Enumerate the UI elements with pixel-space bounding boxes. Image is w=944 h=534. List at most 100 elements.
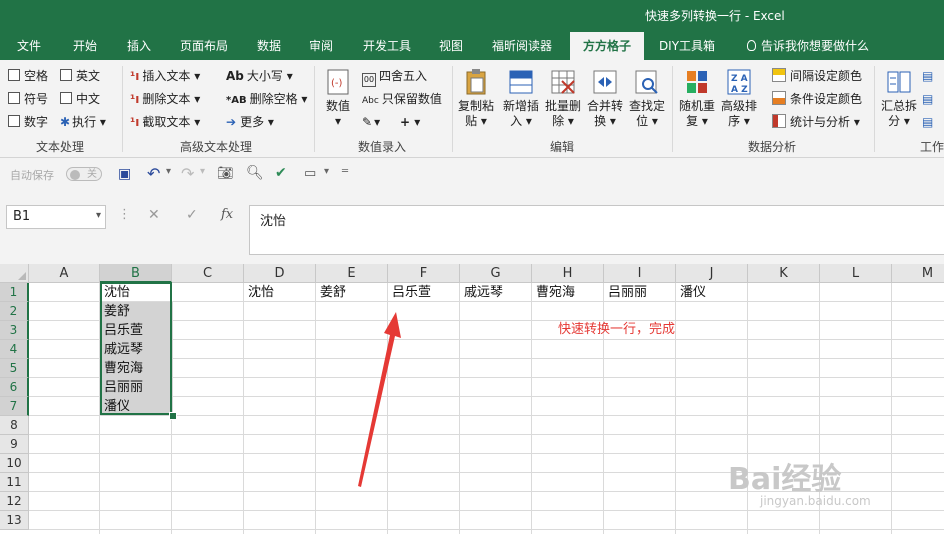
row-header-7[interactable]: 7 — [0, 397, 29, 416]
select-all-corner[interactable] — [0, 264, 29, 283]
keep-value-button[interactable]: Abc 只保留数值 — [362, 91, 442, 109]
copy-paste-button[interactable]: 复制粘贴 ▾ — [456, 68, 496, 129]
tab-developer[interactable]: 开发工具 — [352, 32, 422, 60]
save-icon[interactable]: ▣ — [118, 166, 131, 182]
value-edit-dropdown[interactable]: ✎ ▾ — [362, 114, 380, 130]
redo-icon[interactable]: ↷ — [181, 164, 194, 183]
fill-handle[interactable] — [169, 412, 177, 420]
plus-dropdown[interactable]: + ▾ — [400, 114, 420, 130]
redo-dropdown-icon[interactable]: ▾ — [200, 166, 205, 177]
work-tool-1[interactable]: ▤ — [922, 68, 933, 84]
checkbox-symbol[interactable]: 符号 — [8, 91, 48, 107]
form-icon[interactable]: ▭ — [304, 166, 316, 181]
checkbox-number[interactable]: 数字 — [8, 114, 48, 130]
column-header-j[interactable]: J — [676, 264, 748, 283]
checkbox-space[interactable]: 空格 — [8, 68, 48, 84]
name-box[interactable]: B1 ▾ — [6, 205, 106, 229]
checkbox-chinese[interactable]: 中文 — [60, 91, 100, 107]
find-locate-button[interactable]: 查找定位 ▾ — [626, 68, 668, 129]
cell-b3[interactable]: 吕乐萱 — [104, 321, 143, 340]
row-header-3[interactable]: 3 — [0, 321, 29, 340]
extract-text-button[interactable]: ¹ı 截取文本 ▾ — [130, 114, 200, 130]
cell-b5[interactable]: 曹宛海 — [104, 359, 143, 378]
check-icon[interactable]: ✔ — [275, 165, 287, 181]
work-tool-2[interactable]: ▤ — [922, 91, 933, 107]
cell-g1[interactable]: 戚远琴 — [464, 283, 503, 302]
row-header-5[interactable]: 5 — [0, 359, 29, 378]
value-button[interactable]: (-) 数值 ▾ — [322, 68, 354, 129]
chevron-down-icon[interactable]: ▾ — [96, 210, 101, 221]
cell-d1[interactable]: 沈怡 — [248, 283, 274, 302]
summary-split-button[interactable]: 汇总拆分 ▾ — [878, 68, 920, 129]
tab-diy-toolbox[interactable]: DIY工具箱 — [650, 32, 724, 60]
cell-i1[interactable]: 吕丽丽 — [608, 283, 647, 302]
row-header-4[interactable]: 4 — [0, 340, 29, 359]
column-header-i[interactable]: I — [604, 264, 676, 283]
formula-input[interactable]: 沈怡 — [249, 205, 944, 255]
row-header-1[interactable]: 1 — [0, 283, 29, 302]
cell-b4[interactable]: 戚远琴 — [104, 340, 143, 359]
tab-foxit[interactable]: 福昕阅读器 — [480, 32, 564, 60]
row-header-8[interactable]: 8 — [0, 416, 29, 435]
work-tool-3[interactable]: ▤ — [922, 114, 933, 130]
cell-b1[interactable]: 沈怡 — [104, 283, 130, 302]
tab-file[interactable]: 文件 — [4, 32, 54, 60]
column-header-g[interactable]: G — [460, 264, 532, 283]
form-dropdown-icon[interactable]: ▾ — [324, 166, 329, 177]
row-header-10[interactable]: 10 — [0, 454, 29, 473]
column-header-c[interactable]: C — [172, 264, 244, 283]
condition-color-button[interactable]: 条件设定颜色 — [772, 91, 862, 107]
more-button[interactable]: ➔ 更多 ▾ — [226, 114, 274, 130]
column-header-k[interactable]: K — [748, 264, 820, 283]
execute-button[interactable]: ✱ 执行 ▾ — [60, 114, 106, 130]
row-header-6[interactable]: 6 — [0, 378, 29, 397]
insert-new-button[interactable]: 新增插入 ▾ — [500, 68, 542, 129]
remove-space-button[interactable]: *AB 删除空格 ▾ — [226, 91, 307, 109]
camera-icon[interactable]: 📷︎ — [217, 166, 234, 181]
batch-delete-button[interactable]: 批量删除 ▾ — [542, 68, 584, 129]
row-header-11[interactable]: 11 — [0, 473, 29, 492]
row-header-12[interactable]: 12 — [0, 492, 29, 511]
tell-me-search[interactable]: 告诉我你想要做什么 — [738, 32, 878, 60]
column-header-d[interactable]: D — [244, 264, 316, 283]
merge-convert-button[interactable]: 合并转换 ▾ — [584, 68, 626, 129]
undo-icon[interactable]: ↶ — [147, 164, 160, 183]
row-header-13[interactable]: 13 — [0, 511, 29, 530]
interval-color-button[interactable]: 间隔设定颜色 — [772, 68, 862, 84]
insert-text-button[interactable]: ¹ı 插入文本 ▾ — [130, 68, 200, 84]
cell-h1[interactable]: 曹宛海 — [536, 283, 575, 302]
cell-b7[interactable]: 潘仪 — [104, 397, 130, 416]
drag-handle-icon[interactable]: ⋮ — [118, 207, 131, 222]
print-preview-icon[interactable]: 🔍︎ — [246, 165, 264, 181]
cancel-icon[interactable]: ✕ — [148, 207, 160, 223]
tab-data[interactable]: 数据 — [246, 32, 292, 60]
tab-view[interactable]: 视图 — [428, 32, 474, 60]
customize-qat-icon[interactable]: ═ — [342, 166, 348, 177]
checkbox-english[interactable]: 英文 — [60, 68, 100, 84]
confirm-icon[interactable]: ✓ — [186, 207, 198, 223]
cell-j1[interactable]: 潘仪 — [680, 283, 706, 302]
cell-b6[interactable]: 吕丽丽 — [104, 378, 143, 397]
tab-page-layout[interactable]: 页面布局 — [170, 32, 238, 60]
column-header-h[interactable]: H — [532, 264, 604, 283]
column-header-m[interactable]: M — [892, 264, 944, 283]
case-button[interactable]: Ab 大小写 ▾ — [226, 68, 293, 84]
tab-review[interactable]: 审阅 — [298, 32, 344, 60]
tab-home[interactable]: 开始 — [60, 32, 110, 60]
statistics-button[interactable]: 统计与分析 ▾ — [772, 114, 860, 130]
tab-insert[interactable]: 插入 — [114, 32, 164, 60]
cell-b2[interactable]: 姜舒 — [104, 302, 130, 321]
tab-fangfang[interactable]: 方方格子 — [570, 32, 644, 60]
column-header-f[interactable]: F — [388, 264, 460, 283]
row-header-2[interactable]: 2 — [0, 302, 29, 321]
column-header-a[interactable]: A — [29, 264, 100, 283]
autosave-toggle[interactable]: 关 — [66, 167, 102, 181]
row-header-9[interactable]: 9 — [0, 435, 29, 454]
function-icon[interactable]: fx — [221, 207, 233, 222]
column-header-b[interactable]: B — [100, 264, 172, 283]
delete-text-button[interactable]: ¹ı 删除文本 ▾ — [130, 91, 200, 107]
column-header-e[interactable]: E — [316, 264, 388, 283]
column-header-l[interactable]: L — [820, 264, 892, 283]
round-button[interactable]: 00 四舍五入 — [362, 68, 427, 87]
undo-dropdown-icon[interactable]: ▾ — [166, 166, 171, 177]
